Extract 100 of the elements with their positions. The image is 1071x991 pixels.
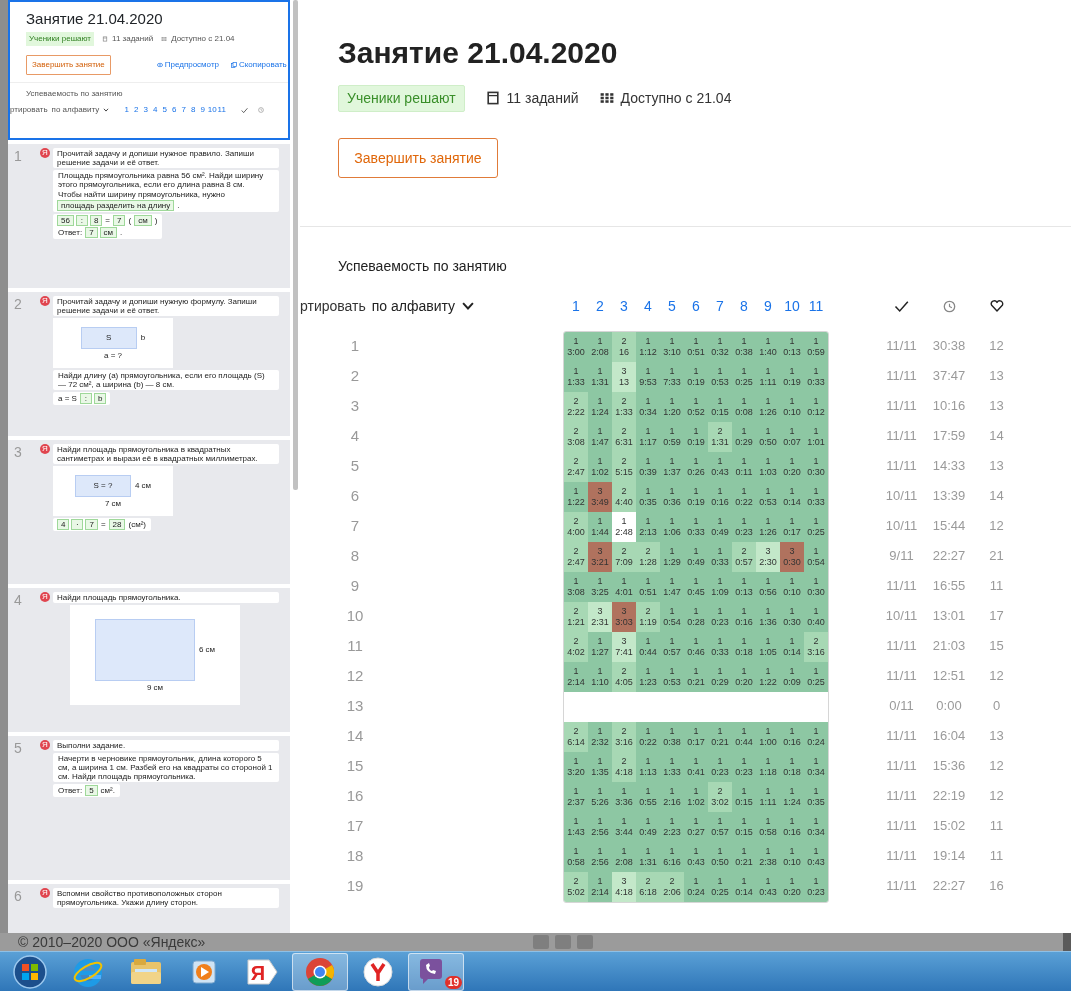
- result-cell[interactable]: 1 0:55: [636, 782, 660, 812]
- result-cell[interactable]: 1 1:11: [756, 362, 780, 392]
- result-cell[interactable]: 1 0:43: [708, 452, 732, 482]
- task-slide[interactable]: 5 Я Выполни задание. Начерти в черновике прямоугольник, длина которого 5 см, а ширина 1 см. Разбей его на квадраты со стороной 1 см. Найди площадь прямоугольника. Ответ: 5 см².: [8, 736, 290, 880]
- result-cell[interactable]: 1 0:57: [708, 812, 732, 842]
- result-cell[interactable]: 1 0:30: [780, 602, 804, 632]
- result-cell[interactable]: 1 2:56: [588, 812, 612, 842]
- result-cell[interactable]: 1 0:57: [660, 632, 684, 662]
- column-header[interactable]: 1: [122, 104, 132, 116]
- column-header[interactable]: 4: [636, 295, 660, 317]
- taskbar-button[interactable]: 19: [408, 952, 464, 991]
- result-cell[interactable]: 1 1:18: [756, 752, 780, 782]
- folder-icon[interactable]: [129, 956, 163, 987]
- result-cell[interactable]: 1 0:10: [780, 392, 804, 422]
- result-cell[interactable]: 1 1:00: [756, 722, 780, 752]
- preview-link[interactable]: Предпросмотр: [156, 59, 219, 71]
- result-cell[interactable]: 1 0:26: [684, 452, 708, 482]
- result-cell[interactable]: 1 0:53: [756, 482, 780, 512]
- result-cell[interactable]: 1 1:02: [588, 452, 612, 482]
- result-cell[interactable]: 1 0:44: [732, 722, 756, 752]
- result-cell[interactable]: 1 1:47: [588, 422, 612, 452]
- result-cell[interactable]: 3 2:31: [588, 602, 612, 632]
- result-cell[interactable]: 2 4:05: [612, 662, 636, 692]
- result-cell[interactable]: 1 0:30: [804, 572, 828, 602]
- result-cell[interactable]: 2 6:14: [564, 722, 588, 752]
- result-cell[interactable]: 1 1:43: [564, 812, 588, 842]
- result-cell[interactable]: 1 0:20: [780, 872, 804, 902]
- result-cell[interactable]: 1 0:16: [708, 482, 732, 512]
- result-cell[interactable]: 1 0:25: [804, 512, 828, 542]
- result-cell[interactable]: 1 0:24: [804, 722, 828, 752]
- result-cell[interactable]: 1 0:41: [684, 752, 708, 782]
- result-cell[interactable]: 1 0:44: [636, 632, 660, 662]
- result-cell[interactable]: 1 1:22: [756, 662, 780, 692]
- result-cell[interactable]: 2 4:18: [612, 752, 636, 782]
- result-cell[interactable]: 2 4:00: [564, 512, 588, 542]
- result-cell[interactable]: 1 0:32: [708, 332, 732, 362]
- answer-field[interactable]: ·: [71, 519, 84, 530]
- result-cell[interactable]: 1 0:59: [660, 422, 684, 452]
- result-cell[interactable]: 1 1:31: [636, 842, 660, 872]
- result-cell[interactable]: 1 0:14: [780, 482, 804, 512]
- sort-value[interactable]: по алфавиту: [51, 104, 100, 116]
- result-cell[interactable]: 1 3:00: [564, 332, 588, 362]
- result-cell[interactable]: 1 0:56: [756, 572, 780, 602]
- result-cell[interactable]: 1 0:19: [684, 422, 708, 452]
- result-cell[interactable]: 1 0:33: [708, 632, 732, 662]
- result-cell[interactable]: 1 0:09: [780, 662, 804, 692]
- result-cell[interactable]: 1 0:23: [708, 602, 732, 632]
- result-cell[interactable]: 2 1:28: [636, 542, 660, 572]
- result-cell[interactable]: 1 0:45: [684, 572, 708, 602]
- result-cell[interactable]: 1 1:29: [660, 542, 684, 572]
- result-cell[interactable]: 3 13: [612, 362, 636, 392]
- result-cell[interactable]: 1 1:09: [708, 572, 732, 602]
- result-cell[interactable]: 1 0:18: [732, 632, 756, 662]
- result-cell[interactable]: 1 0:14: [780, 632, 804, 662]
- result-cell[interactable]: 1 0:49: [636, 812, 660, 842]
- result-cell[interactable]: 1 1:24: [588, 392, 612, 422]
- result-cell[interactable]: 1 0:08: [732, 392, 756, 422]
- result-cell[interactable]: 1 0:38: [660, 722, 684, 752]
- result-cell[interactable]: 1 0:43: [804, 842, 828, 872]
- result-cell[interactable]: 1 0:21: [684, 662, 708, 692]
- copy-link[interactable]: Скопировать: [231, 59, 287, 71]
- result-cell[interactable]: 1 0:40: [804, 602, 828, 632]
- result-cell[interactable]: 1 0:25: [804, 662, 828, 692]
- result-cell[interactable]: 1 0:34: [804, 752, 828, 782]
- task-slide[interactable]: 6 Я Вспомни свойство противоположных сторон прямоугольника. Укажи длину сторон.: [8, 884, 290, 933]
- result-cell[interactable]: 1 0:24: [684, 872, 708, 902]
- result-cell[interactable]: 1 0:15: [708, 392, 732, 422]
- result-cell[interactable]: 1 1:27: [588, 632, 612, 662]
- result-cell[interactable]: 1 0:15: [732, 812, 756, 842]
- result-cell[interactable]: 1 0:38: [732, 332, 756, 362]
- result-cell[interactable]: 1 0:23: [804, 872, 828, 902]
- start-orb-icon[interactable]: [13, 954, 47, 989]
- answer-field[interactable]: 5: [85, 785, 98, 796]
- task-slide[interactable]: 2 Я Прочитай задачу и допиши нужную формулу. Запиши решение задачи и её ответ. S b a = ? Найди длину (a) прямоугольника, если его площадь (S) — 72 см², а ширина (b) — 8 см. a = S : b: [8, 292, 290, 436]
- result-cell[interactable]: 1 1:13: [636, 752, 660, 782]
- result-cell[interactable]: 1 0:33: [708, 542, 732, 572]
- result-cell[interactable]: 1 1:26: [756, 392, 780, 422]
- column-header[interactable]: 1: [564, 295, 588, 317]
- result-cell[interactable]: 3 2:30: [756, 542, 780, 572]
- result-cell[interactable]: 2 4:02: [564, 632, 588, 662]
- result-cell[interactable]: 1 0:43: [684, 842, 708, 872]
- result-cell[interactable]: 2 1:19: [636, 602, 660, 632]
- result-cell[interactable]: 1 0:34: [804, 812, 828, 842]
- result-cell[interactable]: 1 1:06: [660, 512, 684, 542]
- column-header[interactable]: 9: [756, 295, 780, 317]
- sort-dropdown[interactable]: по алфавиту: [371, 295, 476, 317]
- result-cell[interactable]: 1 0:29: [732, 422, 756, 452]
- result-cell[interactable]: 1 0:13: [780, 332, 804, 362]
- result-cell[interactable]: 1 0:34: [636, 392, 660, 422]
- result-cell[interactable]: 2 4:40: [612, 482, 636, 512]
- result-cell[interactable]: 1 0:51: [684, 332, 708, 362]
- result-cell[interactable]: 1 0:13: [732, 572, 756, 602]
- column-header[interactable]: 5: [660, 295, 684, 317]
- result-cell[interactable]: 1 0:12: [804, 392, 828, 422]
- result-cell[interactable]: 1 2:13: [636, 512, 660, 542]
- result-cell[interactable]: 1 0:23: [732, 752, 756, 782]
- answer-field[interactable]: 4: [57, 519, 70, 530]
- result-cell[interactable]: 1 3:44: [612, 812, 636, 842]
- result-cell[interactable]: 1 0:54: [804, 542, 828, 572]
- result-cell[interactable]: 1 2:08: [588, 332, 612, 362]
